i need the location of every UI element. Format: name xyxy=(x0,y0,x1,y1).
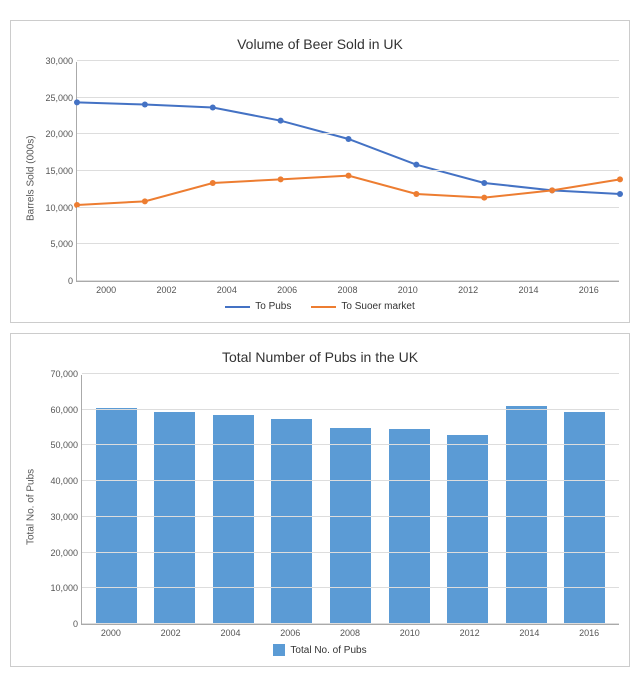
chart2-x-labels: 200020022004200620082010201220142016 xyxy=(81,625,619,638)
y-tick-label: 0 xyxy=(68,276,77,286)
bar xyxy=(389,429,430,624)
grid-line xyxy=(82,623,619,624)
bar xyxy=(564,412,605,625)
grid-line xyxy=(82,552,619,553)
chart2-legend-square xyxy=(273,644,285,656)
x-label: 2002 xyxy=(136,285,196,295)
y-tick-label: 70,000 xyxy=(50,369,82,379)
bar-group xyxy=(263,419,322,624)
chart1-yaxis-label: Barrels Sold (000s) xyxy=(21,62,41,295)
chart2-container: Total Number of Pubs in the UK Total No.… xyxy=(10,333,630,667)
x-label: 2014 xyxy=(499,628,559,638)
grid-line xyxy=(77,97,619,98)
x-label: 2008 xyxy=(317,285,377,295)
chart2-plot: 010,00020,00030,00040,00050,00060,00070,… xyxy=(81,375,619,625)
bar xyxy=(330,428,371,624)
chart1-area: Barrels Sold (000s) 05,00010,00015,00020… xyxy=(21,62,619,295)
chart1-legend-label1: To Pubs xyxy=(255,301,291,312)
grid-line xyxy=(82,373,619,374)
y-tick-label: 10,000 xyxy=(45,203,77,213)
chart1-title: Volume of Beer Sold in UK xyxy=(21,36,619,52)
grid-line xyxy=(77,170,619,171)
chart1-legend-item2: To Suoer market xyxy=(311,301,414,312)
y-tick-label: 20,000 xyxy=(45,129,77,139)
chart1-legend-line1 xyxy=(225,306,250,308)
y-tick-label: 15,000 xyxy=(45,166,77,176)
chart1-legend-item1: To Pubs xyxy=(225,301,291,312)
x-label: 2012 xyxy=(440,628,500,638)
bar-group xyxy=(321,428,380,624)
x-label: 2004 xyxy=(201,628,261,638)
x-label: 2008 xyxy=(320,628,380,638)
y-tick-label: 25,000 xyxy=(45,93,77,103)
x-label: 2000 xyxy=(81,628,141,638)
chart2-yaxis-label: Total No. of Pubs xyxy=(21,375,41,638)
x-label: 2004 xyxy=(197,285,257,295)
bar-group xyxy=(146,412,205,625)
grid-line xyxy=(77,280,619,281)
bar xyxy=(447,435,488,624)
x-label: 2000 xyxy=(76,285,136,295)
x-label: 2012 xyxy=(438,285,498,295)
chart2-title: Total Number of Pubs in the UK xyxy=(21,349,619,365)
chart2-legend-item1: Total No. of Pubs xyxy=(273,644,366,656)
chart2-legend: Total No. of Pubs xyxy=(21,644,619,656)
chart1-inner: 05,00010,00015,00020,00025,00030,000 200… xyxy=(41,62,619,295)
y-tick-label: 0 xyxy=(73,619,82,629)
grid-line xyxy=(82,444,619,445)
bar xyxy=(271,419,312,624)
grid-line xyxy=(82,516,619,517)
grid-line xyxy=(82,480,619,481)
chart1-legend-line2 xyxy=(311,306,336,308)
chart2-legend-label1: Total No. of Pubs xyxy=(290,645,366,656)
chart1-legend-label2: To Suoer market xyxy=(341,301,414,312)
x-label: 2010 xyxy=(378,285,438,295)
x-label: 2016 xyxy=(559,285,619,295)
x-label: 2006 xyxy=(257,285,317,295)
chart1-x-labels: 200020022004200620082010201220142016 xyxy=(76,282,619,295)
y-tick-label: 30,000 xyxy=(50,512,82,522)
grid-line xyxy=(82,409,619,410)
chart1-legend: To Pubs To Suoer market xyxy=(21,301,619,312)
chart1-plot: 05,00010,00015,00020,00025,00030,000 xyxy=(76,62,619,282)
x-label: 2014 xyxy=(498,285,558,295)
bar-group xyxy=(438,435,497,624)
x-label: 2006 xyxy=(260,628,320,638)
y-tick-label: 20,000 xyxy=(50,548,82,558)
chart2-inner: 010,00020,00030,00040,00050,00060,00070,… xyxy=(41,375,619,638)
grid-line xyxy=(82,587,619,588)
x-label: 2010 xyxy=(380,628,440,638)
bar xyxy=(154,412,195,625)
chart1-container: Volume of Beer Sold in UK Barrels Sold (… xyxy=(10,20,630,323)
grid-line xyxy=(77,60,619,61)
bar-group xyxy=(556,412,615,625)
y-tick-label: 60,000 xyxy=(50,405,82,415)
grid-line xyxy=(77,243,619,244)
y-tick-label: 50,000 xyxy=(50,440,82,450)
y-tick-label: 5,000 xyxy=(50,239,77,249)
bar xyxy=(213,415,254,624)
grid-line xyxy=(77,133,619,134)
y-tick-label: 10,000 xyxy=(50,583,82,593)
bar-group xyxy=(204,415,263,624)
y-tick-label: 40,000 xyxy=(50,476,82,486)
x-label: 2016 xyxy=(559,628,619,638)
y-tick-label: 30,000 xyxy=(45,56,77,66)
x-label: 2002 xyxy=(141,628,201,638)
grid-line xyxy=(77,207,619,208)
chart2-area: Total No. of Pubs 010,00020,00030,00040,… xyxy=(21,375,619,638)
bar-group xyxy=(380,429,439,624)
